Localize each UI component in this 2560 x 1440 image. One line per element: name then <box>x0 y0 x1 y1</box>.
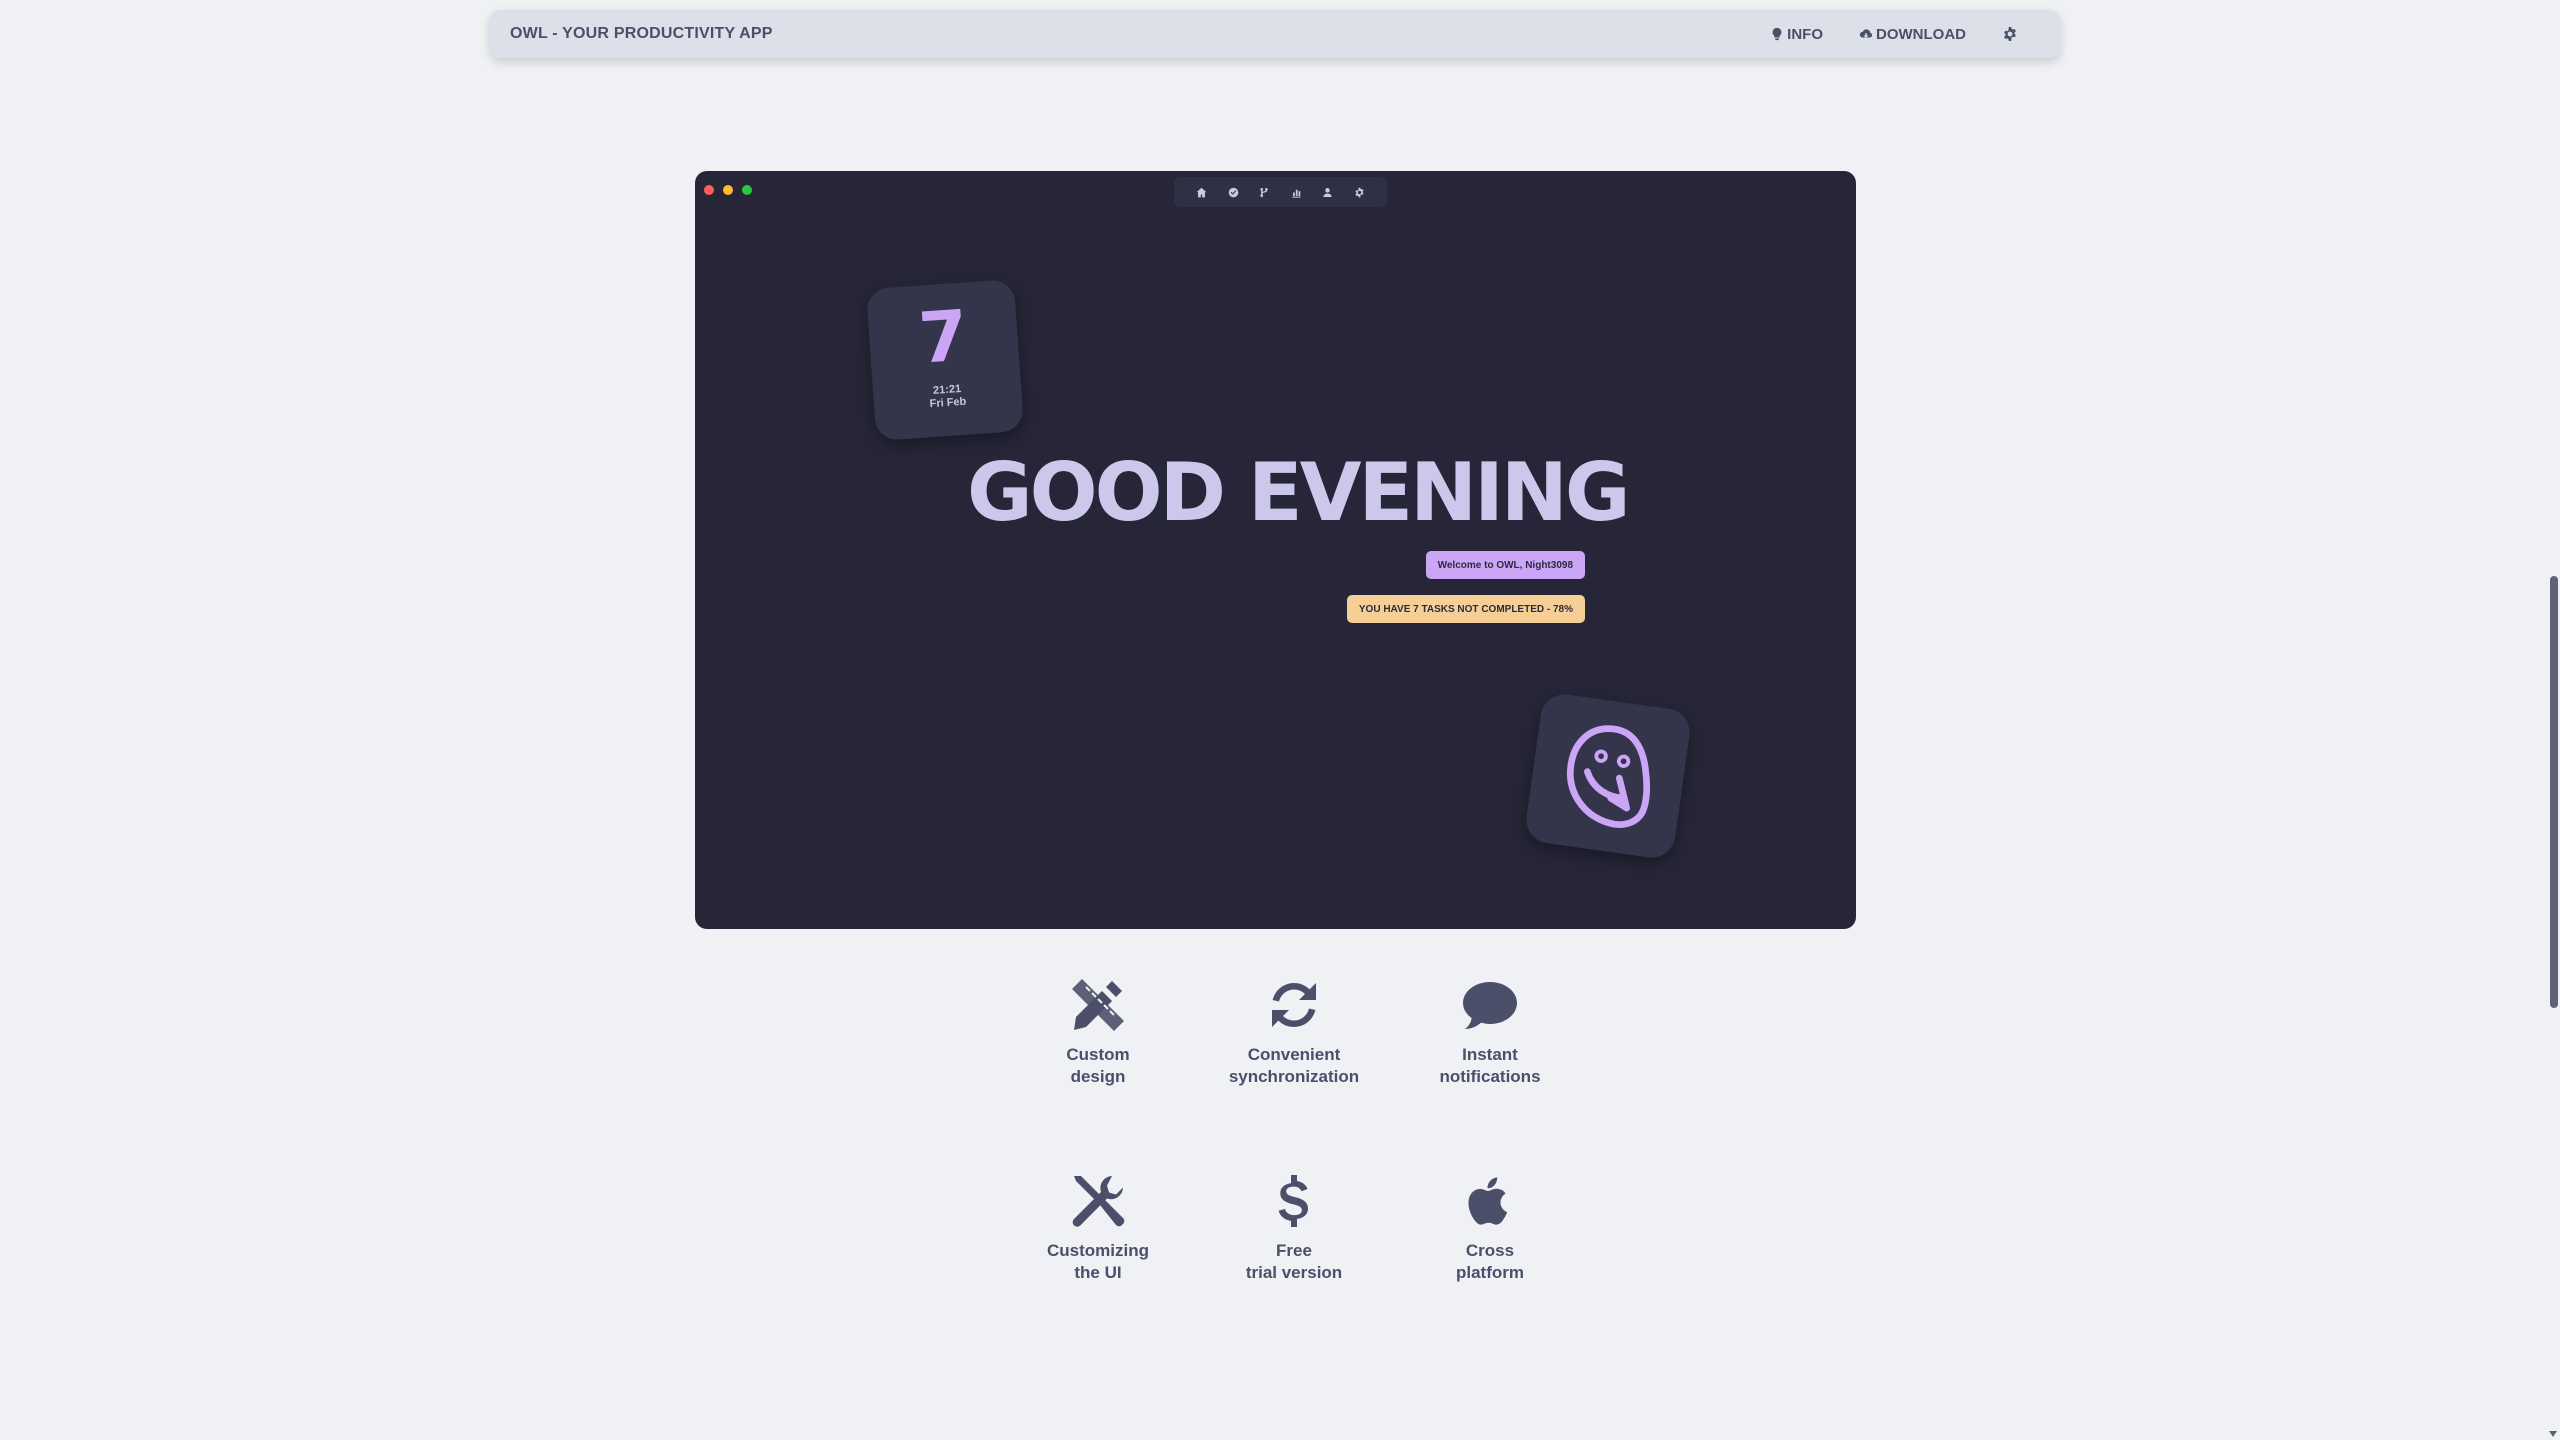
apple-icon <box>1468 1177 1508 1225</box>
download-link[interactable]: DOWNLOAD <box>1859 26 1966 43</box>
cloud-download-icon <box>1859 29 1873 38</box>
greeting-heading: GOOD EVENING <box>967 446 1630 539</box>
feature-label-line2: design <box>1070 1067 1126 1086</box>
maximize-dot-icon <box>742 185 752 195</box>
feature-label-line2: trial version <box>1245 1263 1343 1282</box>
top-navbar: OWL - YOUR PRODUCTIVITY APP INFO DOWNLOA… <box>490 10 2060 58</box>
info-link[interactable]: INFO <box>1770 26 1823 43</box>
feature-label-line2: synchronization <box>1228 1067 1360 1086</box>
git-branch-icon <box>1260 187 1269 197</box>
window-controls <box>704 185 752 195</box>
dollar-icon <box>1278 1175 1308 1227</box>
feature-label-line1: Custom <box>1066 1045 1130 1064</box>
feature-label-line1: Convenient <box>1247 1045 1341 1064</box>
page-scrollbar[interactable] <box>2546 0 2560 1440</box>
owl-logo-card <box>1523 691 1693 861</box>
toolbar-home <box>1196 187 1207 198</box>
toolbar-stats <box>1291 187 1302 198</box>
feature-label-line1: Free <box>1276 1241 1312 1260</box>
speech-bubble-icon <box>1463 982 1517 1029</box>
app-toolbar <box>1174 177 1387 207</box>
user-icon <box>1323 187 1332 197</box>
feature-custom-design: Custom design <box>1000 974 1196 1088</box>
close-dot-icon <box>704 185 714 195</box>
check-circle-icon <box>1228 187 1239 197</box>
toolbar-profile <box>1322 187 1333 198</box>
features-grid: Custom design Convenient synchronization… <box>1000 974 1590 1314</box>
info-link-label: INFO <box>1787 25 1823 43</box>
toolbar-branches <box>1259 187 1270 198</box>
welcome-badge: Welcome to OWL, Night3098 <box>1425 551 1585 579</box>
site-title[interactable]: OWL - YOUR PRODUCTIVITY APP <box>510 25 1734 43</box>
gear-icon <box>1355 187 1364 197</box>
scrollbar-thumb[interactable] <box>2550 576 2558 1008</box>
feature-label-line2: notifications <box>1439 1067 1541 1086</box>
feature-notifications: Instant notifications <box>1392 974 1588 1088</box>
owl-logo-icon <box>1566 725 1651 828</box>
app-preview-window: 7 21:21 Fri Feb GOOD EVENING Welcome to … <box>695 171 1856 929</box>
feature-label-line2: platform <box>1456 1263 1524 1282</box>
gear-icon <box>2004 27 2016 41</box>
feature-label-line1: Instant <box>1462 1045 1518 1064</box>
date-day-number: 7 <box>916 294 971 380</box>
lightbulb-icon <box>1772 27 1782 41</box>
tools-icon <box>1072 1176 1125 1227</box>
toolbar-settings <box>1354 187 1365 198</box>
theme-settings-button[interactable] <box>2002 26 2018 42</box>
download-link-label: DOWNLOAD <box>1876 25 1966 43</box>
pencil-ruler-icon <box>1072 979 1124 1031</box>
sync-icon <box>1272 982 1316 1028</box>
feature-synchronization: Convenient synchronization <box>1196 974 1392 1088</box>
minimize-dot-icon <box>723 185 733 195</box>
feature-label-line1: Cross <box>1465 1241 1515 1260</box>
feature-cross-platform: Cross platform <box>1392 1170 1588 1284</box>
date-widget: 7 21:21 Fri Feb <box>865 279 1025 441</box>
home-icon <box>1196 187 1207 197</box>
tasks-status-badge: YOU HAVE 7 TASKS NOT COMPLETED - 78% <box>1346 595 1585 623</box>
feature-customizing-ui: Customizing the UI <box>1000 1170 1196 1284</box>
scroll-down-arrow-icon[interactable] <box>2549 1431 2557 1437</box>
chart-icon <box>1292 189 1301 198</box>
feature-free-trial: Free trial version <box>1196 1170 1392 1284</box>
feature-label-line1: Customizing <box>1047 1241 1149 1260</box>
toolbar-tasks <box>1228 187 1239 198</box>
feature-label-line2: the UI <box>1074 1263 1122 1282</box>
